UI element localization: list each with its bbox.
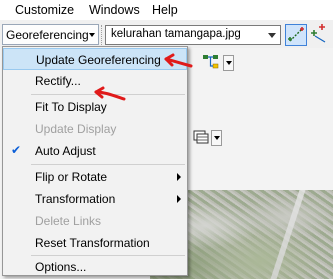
- menu-item-label: Reset Transformation: [35, 236, 150, 250]
- menu-item-rectify[interactable]: Rectify...: [3, 70, 187, 92]
- menu-item-delete-links: Delete Links: [3, 210, 187, 232]
- control-points-icon: [311, 24, 326, 43]
- menu-separator: [31, 94, 185, 95]
- toolbar-grip[interactable]: [101, 25, 103, 45]
- menu-item-label: Update Display: [35, 122, 117, 136]
- menu-bar: Customize Windows Help: [0, 0, 333, 20]
- checkmark-icon: ✔: [11, 143, 22, 157]
- menu-item-update-georeferencing[interactable]: Update Georeferencing: [3, 48, 187, 70]
- link-table-icon[interactable]: [192, 127, 210, 145]
- menu-help[interactable]: Help: [152, 3, 178, 17]
- menu-item-transformation[interactable]: Transformation: [3, 188, 187, 210]
- menu-item-flip-or-rotate[interactable]: Flip or Rotate: [3, 166, 187, 188]
- tree-view-icon[interactable]: [202, 53, 220, 71]
- submenu-arrow-icon: [177, 195, 181, 203]
- arcmap-window: Customize Windows Help Georeferencing ke…: [0, 0, 333, 279]
- menu-customize[interactable]: Customize: [15, 3, 74, 17]
- menu-item-label: Rectify...: [35, 74, 81, 88]
- menu-item-label: Auto Adjust: [35, 144, 96, 158]
- chevron-down-icon: [268, 33, 276, 38]
- menu-item-update-display: Update Display: [3, 118, 187, 140]
- georeferencing-dropdown-menu: Update Georeferencing Rectify... Fit To …: [2, 46, 188, 276]
- menu-item-reset-transformation[interactable]: Reset Transformation: [3, 232, 187, 254]
- control-points-button[interactable]: [309, 24, 331, 46]
- dropdown-arrow: [89, 33, 95, 37]
- menu-item-label: Fit To Display: [35, 100, 107, 114]
- add-control-points-icon: [288, 27, 304, 42]
- add-control-points-button[interactable]: [285, 24, 307, 46]
- menu-separator: [31, 164, 185, 165]
- layer-select-value: kelurahan tamangapa.jpg: [111, 28, 241, 40]
- link-table-dropdown[interactable]: [211, 130, 222, 146]
- menu-windows[interactable]: Windows: [89, 3, 140, 17]
- tree-view-dropdown[interactable]: [223, 55, 234, 71]
- georeferencing-toolbar: Georeferencing kelurahan tamangapa.jpg: [0, 22, 333, 48]
- menu-item-label: Options...: [35, 260, 87, 274]
- layer-select[interactable]: kelurahan tamangapa.jpg: [105, 25, 281, 45]
- georeferencing-label: Georeferencing: [6, 28, 89, 42]
- menu-item-label: Transformation: [35, 192, 116, 206]
- georeferencing-menu-button[interactable]: Georeferencing: [2, 24, 99, 45]
- menu-item-fit-to-display[interactable]: Fit To Display: [3, 96, 187, 118]
- menu-item-options[interactable]: Options...: [3, 256, 187, 278]
- menu-item-label: Update Georeferencing: [36, 53, 161, 67]
- menu-item-label: Flip or Rotate: [35, 170, 108, 184]
- menu-item-label: Delete Links: [35, 214, 102, 228]
- menu-item-auto-adjust[interactable]: ✔ Auto Adjust: [3, 140, 187, 162]
- submenu-arrow-icon: [177, 173, 181, 181]
